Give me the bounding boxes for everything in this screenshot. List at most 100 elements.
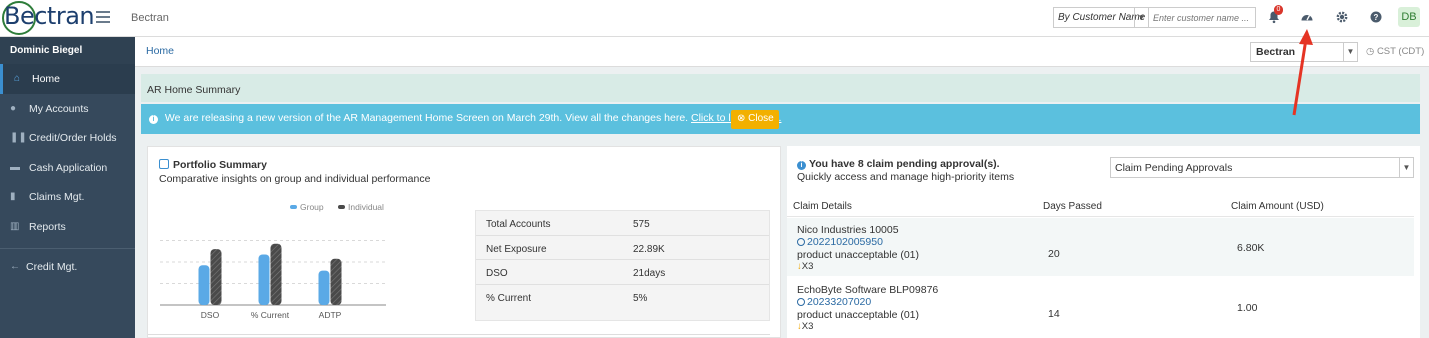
gear-icon[interactable] bbox=[1334, 10, 1350, 26]
chart-icon: ▥ bbox=[10, 220, 20, 232]
sidebar-item-reports[interactable]: ▥ Reports bbox=[0, 212, 135, 242]
breadcrumb-bar: Home Bectran ▼ ◷ CST (CDT) bbox=[135, 37, 1429, 67]
claim-customer: Nico Industries 10005 bbox=[797, 224, 899, 236]
close-label: Close bbox=[748, 113, 774, 124]
home-icon: ⌂ bbox=[14, 73, 21, 84]
claim-id-link[interactable]: 2022102005950 bbox=[797, 236, 883, 248]
sidebar-item-label: Claims Mgt. bbox=[29, 191, 85, 203]
help-icon[interactable]: ? bbox=[1368, 10, 1384, 26]
pause-icon: ❚❚ bbox=[10, 132, 27, 143]
sidebar-item-label: My Accounts bbox=[29, 102, 89, 115]
column-header-claim-details: Claim Details bbox=[793, 201, 852, 212]
sidebar-item-credit-mgt[interactable]: ← Credit Mgt. bbox=[0, 252, 135, 282]
stat-value: 22.89K bbox=[633, 243, 665, 255]
claim-x-value: X3 bbox=[801, 261, 814, 272]
search-icon bbox=[797, 238, 805, 246]
legend-swatch-group bbox=[290, 205, 297, 209]
logo-text: Bectran bbox=[4, 2, 95, 30]
column-header-days-passed: Days Passed bbox=[1043, 201, 1102, 212]
sidebar-item-label: Reports bbox=[29, 220, 66, 233]
bectran-logo[interactable]: Bectran bbox=[2, 0, 95, 36]
sidebar-item-label: Cash Application bbox=[29, 161, 108, 174]
pending-claims-card: i You have 8 claim pending approval(s). Q… bbox=[787, 146, 1420, 338]
claim-days: 14 bbox=[1048, 308, 1060, 320]
card-divider bbox=[148, 334, 770, 335]
document-icon: ▮ bbox=[10, 191, 16, 202]
sidebar-item-label: Home bbox=[32, 73, 61, 85]
claim-amount: 6.80K bbox=[1237, 242, 1265, 254]
notification-badge: 0 bbox=[1274, 5, 1283, 15]
x-tick-label: DSO bbox=[201, 310, 220, 320]
chevron-down-icon: ▼ bbox=[1399, 158, 1413, 177]
table-header-divider bbox=[787, 216, 1414, 217]
bar-group-adtp bbox=[318, 270, 330, 305]
hamburger-icon[interactable] bbox=[96, 11, 110, 23]
claim-x-value: X3 bbox=[801, 321, 814, 332]
portfolio-stats-table: Total Accounts 575 Net Exposure 22.89K D… bbox=[475, 210, 770, 321]
claim-days: 20 bbox=[1048, 248, 1060, 260]
bar-group-dso bbox=[198, 265, 210, 305]
sidebar-item-label: Credit Mgt. bbox=[26, 261, 78, 273]
portfolio-icon bbox=[159, 159, 169, 169]
claim-customer: EchoByte Software BLP09876 bbox=[797, 284, 939, 296]
stat-row: DSO 21days bbox=[476, 260, 769, 285]
stat-row: Total Accounts 575 bbox=[476, 211, 769, 236]
legend-swatch-individual bbox=[338, 205, 345, 209]
stat-row: Net Exposure 22.89K bbox=[476, 236, 769, 261]
stat-value: 575 bbox=[633, 219, 650, 230]
portfolio-title: Portfolio Summary bbox=[159, 159, 267, 171]
x-tick-label: % Current bbox=[251, 310, 290, 320]
search-by-select[interactable]: By Customer Name ▼ bbox=[1053, 7, 1149, 28]
sidebar-item-cash-application[interactable]: ▬ Cash Application bbox=[0, 153, 135, 183]
x-tick-label: ADTP bbox=[319, 310, 342, 320]
breadcrumb-home[interactable]: Home bbox=[146, 45, 174, 57]
user-icon: ● bbox=[10, 102, 17, 114]
chevron-down-icon: ▼ bbox=[1134, 8, 1148, 27]
sidebar-item-home[interactable]: ⌂ Home bbox=[0, 64, 135, 94]
chevron-down-icon: ▼ bbox=[1343, 43, 1357, 61]
portfolio-bar-chart: Group Individual DSO % Current ADTP bbox=[160, 202, 386, 320]
pending-view-select[interactable]: Claim Pending Approvals ▼ bbox=[1110, 157, 1414, 178]
sidebar-divider bbox=[0, 248, 135, 249]
portfolio-subtitle: Comparative insights on group and indivi… bbox=[159, 173, 431, 185]
stat-key: Net Exposure bbox=[486, 243, 547, 255]
sidebar-item-label: Credit/Order Holds bbox=[29, 132, 117, 144]
table-row[interactable]: EchoByte Software BLP09876 20233207020 p… bbox=[787, 278, 1414, 336]
dashboard-icon[interactable] bbox=[1299, 10, 1315, 26]
back-arrow-icon: ← bbox=[10, 261, 20, 272]
pending-subtitle: Quickly access and manage high-priority … bbox=[797, 171, 1015, 183]
table-row[interactable]: Nico Industries 10005 2022102005950 prod… bbox=[787, 218, 1414, 276]
legend-label-group: Group bbox=[300, 202, 324, 212]
claim-amount: 1.00 bbox=[1237, 302, 1258, 314]
claim-reason: product unacceptable (01) bbox=[797, 309, 919, 321]
stat-key: Total Accounts bbox=[486, 219, 551, 230]
search-by-label: By Customer Name bbox=[1058, 12, 1146, 23]
claim-x: ↓X3 bbox=[797, 321, 813, 332]
pending-title-text: You have 8 claim pending approval(s). bbox=[809, 158, 1000, 170]
close-icon: ⊗ bbox=[737, 113, 746, 124]
banner-close-button[interactable]: ⊗ Close bbox=[731, 110, 779, 129]
cash-icon: ▬ bbox=[10, 161, 20, 173]
info-icon: i bbox=[797, 161, 806, 170]
sidebar-item-credit-order-holds[interactable]: ❚❚ Credit/Order Holds bbox=[0, 123, 135, 153]
bar-group-current bbox=[258, 254, 270, 305]
pending-select-value: Claim Pending Approvals bbox=[1115, 162, 1233, 174]
sidebar: Dominic Biegel ⌂ Home ● My Accounts ❚❚ C… bbox=[0, 37, 135, 338]
stat-value: 21days bbox=[633, 268, 666, 280]
bar-individual-current bbox=[270, 243, 282, 305]
timezone-value: CST (CDT) bbox=[1376, 46, 1425, 57]
info-banner: i We are releasing a new version of the … bbox=[141, 104, 1420, 134]
column-header-claim-amount: Claim Amount (USD) bbox=[1231, 201, 1324, 212]
stat-key: DSO bbox=[486, 268, 508, 280]
sidebar-item-claims-mgt[interactable]: ▮ Claims Mgt. bbox=[0, 182, 135, 212]
claim-x: ↓X3 bbox=[797, 261, 813, 272]
portfolio-summary-card: Portfolio Summary Comparative insights o… bbox=[147, 146, 781, 338]
claim-id-link[interactable]: 20233207020 bbox=[797, 296, 871, 308]
claim-id: 2022102005950 bbox=[807, 236, 883, 248]
customer-search-input[interactable] bbox=[1149, 7, 1256, 28]
sidebar-item-my-accounts[interactable]: ● My Accounts bbox=[0, 94, 135, 124]
bar-individual-adtp bbox=[330, 258, 342, 305]
banner-text: We are releasing a new version of the AR… bbox=[164, 112, 689, 124]
bar-individual-dso bbox=[210, 249, 222, 305]
avatar[interactable]: DB bbox=[1398, 7, 1420, 27]
